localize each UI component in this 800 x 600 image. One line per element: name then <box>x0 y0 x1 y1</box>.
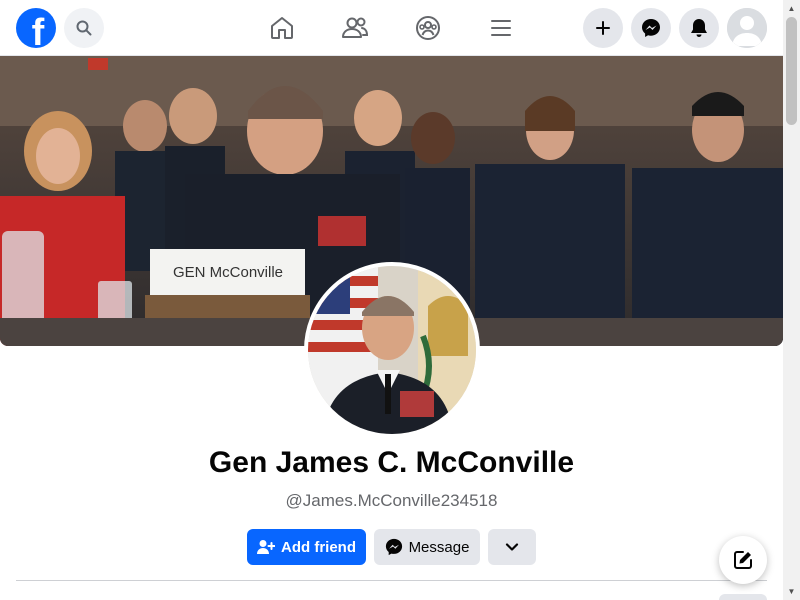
scroll-down-arrow-icon[interactable]: ▼ <box>783 583 800 600</box>
groups-icon <box>416 16 440 40</box>
avatar-icon <box>727 8 767 48</box>
section-divider <box>16 580 767 581</box>
menu-icon <box>491 20 511 36</box>
messenger-icon <box>642 19 660 37</box>
friends-icon <box>342 17 369 38</box>
nav-home[interactable] <box>266 12 298 44</box>
top-bar: f <box>0 0 783 56</box>
nav-friends[interactable] <box>339 12 371 44</box>
search-button[interactable] <box>64 8 104 48</box>
plus-icon <box>596 21 610 35</box>
profile-handle: @James.McConville234518 <box>285 491 498 510</box>
nav-groups[interactable] <box>412 12 444 44</box>
account-avatar[interactable] <box>727 8 767 48</box>
add-friend-label: Add friend <box>281 538 356 556</box>
profile-name: Gen James C. McConville <box>208 446 575 479</box>
home-icon <box>271 17 293 39</box>
messenger-icon <box>385 538 402 556</box>
profile-picture-image <box>308 266 476 434</box>
logo-letter: f <box>31 12 45 48</box>
add-friend-button[interactable]: Add friend <box>247 529 366 565</box>
message-button[interactable]: Message <box>374 529 480 565</box>
nameplate-text: GEN McConville <box>173 264 283 281</box>
compose-icon <box>734 551 752 569</box>
create-button[interactable] <box>583 8 623 48</box>
profile-picture[interactable] <box>304 262 480 438</box>
profile-page: f ▲ ▼ GEN McConville Gen James C. McConv… <box>0 0 800 600</box>
messenger-button[interactable] <box>631 8 671 48</box>
message-label: Message <box>408 538 470 556</box>
notifications-button[interactable] <box>679 8 719 48</box>
search-icon <box>76 20 92 36</box>
partially-visible-button[interactable] <box>719 594 767 600</box>
add-friend-icon <box>257 540 275 554</box>
chevron-down-icon <box>505 543 519 551</box>
nav-menu[interactable] <box>485 12 517 44</box>
scroll-thumb[interactable] <box>786 17 797 125</box>
more-options-button[interactable] <box>488 529 536 565</box>
scroll-up-arrow-icon[interactable]: ▲ <box>783 0 800 17</box>
compose-message-button[interactable] <box>719 536 767 584</box>
facebook-logo[interactable]: f <box>16 8 56 48</box>
page-scrollbar[interactable]: ▲ ▼ <box>783 0 800 600</box>
bell-icon <box>691 19 707 37</box>
